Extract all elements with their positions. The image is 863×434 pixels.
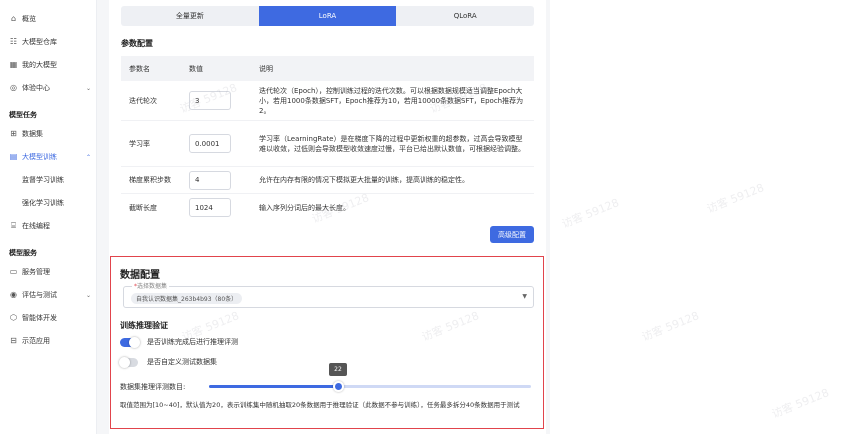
agent-icon: ⬡ (10, 313, 17, 322)
apps-icon: ⊟ (10, 336, 17, 345)
nav-label: 服务管理 (22, 268, 50, 276)
nav-model-training[interactable]: ▤ 大模型训练 ⌃ (0, 149, 97, 165)
nav-demo-apps[interactable]: ⊟ 示范应用 (0, 333, 97, 349)
slider-fill (209, 385, 338, 388)
nav-label: 大模型仓库 (22, 38, 57, 46)
advanced-config-button[interactable]: 高级配置 (490, 226, 534, 243)
chevron-down-icon: ⌄ (85, 84, 91, 92)
param-desc: 输入序列分词后的最大长度。 (259, 203, 350, 212)
nav-label: 大模型训练 (22, 153, 57, 161)
header-value: 数值 (189, 64, 203, 73)
select-label-text: 选择数据集 (137, 283, 168, 290)
switch-knob (129, 336, 140, 348)
nav-label: 强化学习训练 (22, 199, 64, 207)
param-table: 参数名 数值 说明 迭代轮次 迭代轮次（Epoch），控制训练过程的迭代次数。可… (121, 56, 534, 221)
tab-qlora[interactable]: QLoRA (396, 6, 534, 26)
custom-dataset-toggle-row: 是否自定义测试数据集 (119, 356, 217, 368)
epoch-input[interactable] (189, 91, 231, 110)
nav-my-models[interactable]: ▦ 我的大模型 (0, 57, 97, 73)
validation-title: 训练推理验证 (120, 321, 168, 330)
table-row: 梯度累积步数 允许在内存有限的情况下模拟更大批量的训练，提高训练的稳定性。 (121, 167, 534, 194)
param-name: 截断长度 (129, 203, 157, 212)
custom-test-dataset-switch[interactable] (119, 356, 138, 368)
right-panel (550, 0, 863, 434)
custom-toggle-label: 是否自定义测试数据集 (147, 358, 217, 366)
nav-label: 概览 (22, 15, 36, 23)
nav-model-repo[interactable]: ☷ 大模型仓库 (0, 34, 97, 50)
header-name: 参数名 (129, 64, 150, 73)
cutoff-length-input[interactable] (189, 198, 231, 217)
nav-label: 智能体开发 (22, 314, 57, 322)
nav-online-coding[interactable]: ⌸ 在线编程 (0, 218, 97, 234)
caret-down-icon: ▼ (522, 293, 527, 300)
param-section-title: 参数配置 (121, 39, 153, 48)
param-name: 学习率 (129, 139, 150, 148)
nav-label: 在线编程 (22, 222, 50, 230)
nav-eval-test[interactable]: ◉ 评估与测试 ⌄ (0, 287, 97, 303)
learning-rate-input[interactable] (189, 134, 231, 153)
nav-overview[interactable]: ⌂ 概览 (0, 11, 97, 27)
slider-value-tooltip: 22 (329, 363, 347, 376)
grad-accum-input[interactable] (189, 170, 231, 190)
compass-icon: ◎ (10, 83, 17, 92)
table-row: 截断长度 输入序列分词后的最大长度。 (121, 194, 534, 221)
eval-count-slider[interactable]: 22 (209, 363, 531, 392)
selected-dataset-chip[interactable]: 自我认识数据集_263b4b93（80条） (131, 293, 243, 304)
eval-after-training-switch[interactable] (120, 336, 140, 348)
param-name: 迭代轮次 (129, 96, 157, 105)
nav-dataset[interactable]: ⊞ 数据集 (0, 126, 97, 142)
param-desc: 允许在内存有限的情况下模拟更大批量的训练，提高训练的稳定性。 (259, 176, 469, 184)
nav-label: 体验中心 (22, 84, 50, 92)
slider-hint: 取值范围为[10~40]，默认值为20，表示训练集中随机抽取20条数据用于推理验… (120, 401, 520, 409)
nav-supervised-training[interactable]: 监督学习训练 (0, 172, 97, 188)
nav-label: 监督学习训练 (22, 176, 64, 184)
code-icon: ⌸ (11, 221, 16, 230)
dataset-select[interactable]: *选择数据集 自我认识数据集_263b4b93（80条） ▼ (123, 283, 534, 308)
param-table-header: 参数名 数值 说明 (121, 56, 534, 81)
nav-rl-training[interactable]: 强化学习训练 (0, 195, 97, 211)
switch-knob (119, 356, 130, 368)
tab-full-update[interactable]: 全量更新 (121, 6, 259, 26)
list-icon: ☷ (9, 37, 18, 46)
nav-group-tasks: 模型任务 (9, 111, 37, 119)
nav-group-services: 模型服务 (9, 249, 37, 257)
grid-icon: ▦ (9, 60, 18, 69)
nav-experience-center[interactable]: ◎ 体验中心 ⌄ (0, 80, 97, 96)
target-icon: ◉ (10, 290, 17, 299)
param-desc: 迭代轮次（Epoch），控制训练过程的迭代次数。可以根据数据规模适当调整Epoc… (259, 86, 524, 115)
nav-label: 我的大模型 (22, 61, 57, 69)
data-config-title: 数据配置 (120, 270, 160, 281)
nav-service-management[interactable]: ▭ 服务管理 (0, 264, 97, 280)
finetune-method-tabs: 全量更新 LoRA QLoRA (121, 6, 534, 26)
table-row: 学习率 学习率（LearningRate）是在梯度下降的过程中更新权重的超参数，… (121, 121, 534, 167)
table-row: 迭代轮次 迭代轮次（Epoch），控制训练过程的迭代次数。可以根据数据规模适当调… (121, 81, 534, 121)
tab-lora[interactable]: LoRA (258, 6, 397, 26)
param-desc: 学习率（LearningRate）是在梯度下降的过程中更新权重的超参数，过高会导… (259, 134, 525, 153)
chevron-up-icon: ⌃ (85, 153, 91, 161)
nav-label: 评估与测试 (22, 291, 57, 299)
eval-toggle-label: 是否训练完成后进行推理评测 (147, 338, 238, 346)
param-name: 梯度累积步数 (129, 176, 171, 184)
slider-label: 数据集推理评测数目: (120, 383, 186, 391)
data-config-section: 数据配置 *选择数据集 自我认识数据集_263b4b93（80条） ▼ 训练推理… (110, 256, 544, 429)
dataset-select-label: *选择数据集 (132, 283, 170, 290)
home-icon: ⌂ (10, 14, 17, 23)
eval-toggle-row: 是否训练完成后进行推理评测 (120, 336, 238, 348)
header-desc: 说明 (259, 64, 273, 73)
folder-icon: ▤ (9, 152, 18, 161)
nav-agent-dev[interactable]: ⬡ 智能体开发 (0, 310, 97, 326)
dataset-icon: ⊞ (10, 129, 17, 138)
nav-label: 示范应用 (22, 337, 50, 345)
nav-label: 数据集 (22, 130, 43, 138)
chevron-down-icon: ⌄ (85, 291, 91, 299)
sidebar: ⌂ 概览 ☷ 大模型仓库 ▦ 我的大模型 ◎ 体验中心 ⌄ 模型任务 ⊞ 数据集… (0, 0, 97, 434)
server-icon: ▭ (9, 267, 18, 276)
slider-thumb[interactable] (333, 381, 344, 392)
